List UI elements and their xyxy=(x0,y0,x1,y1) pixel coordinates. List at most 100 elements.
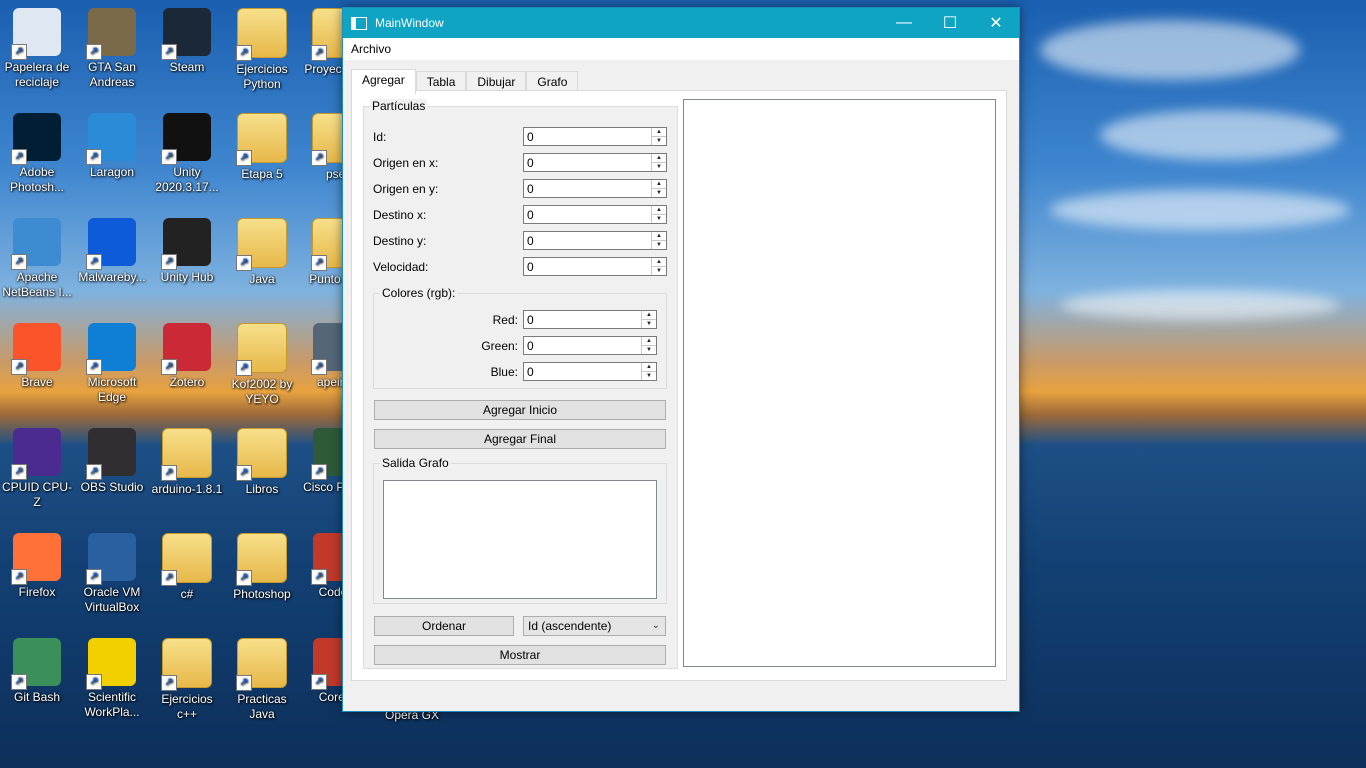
desktop-icon[interactable]: ↗ Papelera de reciclaje xyxy=(0,8,74,90)
desktop-icon-label: OBS Studio xyxy=(80,480,144,494)
spin-up-icon[interactable]: ▲ xyxy=(652,206,666,215)
mostrar-button[interactable]: Mostrar xyxy=(374,645,666,665)
desktop-icon[interactable]: ↗ Photoshop xyxy=(225,533,299,602)
desktop-icon[interactable]: ↗ OBS Studio xyxy=(75,428,149,495)
desktop-icon[interactable]: ↗ arduino-1.8.1 xyxy=(150,428,224,497)
agregar-final-button[interactable]: Agregar Final xyxy=(374,429,666,449)
spin-down-icon[interactable]: ▼ xyxy=(652,215,666,223)
window-icon xyxy=(351,16,367,30)
color-spinbox[interactable]: 0 ▲ ▼ xyxy=(523,336,657,355)
spinbox-buttons: ▲ ▼ xyxy=(651,154,666,171)
desktop-icon[interactable]: ↗ Firefox xyxy=(0,533,74,600)
spinbox-buttons: ▲ ▼ xyxy=(651,180,666,197)
spin-down-icon[interactable]: ▼ xyxy=(652,267,666,275)
ordenar-button[interactable]: Ordenar xyxy=(374,616,514,636)
desktop-icon[interactable]: ↗ Steam xyxy=(150,8,224,75)
desktop-icon[interactable]: ↗ GTA San Andreas xyxy=(75,8,149,90)
spin-up-icon[interactable]: ▲ xyxy=(652,128,666,137)
desktop-icon[interactable]: ↗ Java xyxy=(225,218,299,287)
app-icon: ↗ xyxy=(86,113,136,165)
spinbox[interactable]: 0 ▲ ▼ xyxy=(523,205,667,224)
menu-archivo[interactable]: Archivo xyxy=(350,40,392,58)
desktop-icon-label: Brave xyxy=(21,375,53,389)
app-icon: ↗ xyxy=(11,428,61,480)
desktop-icon[interactable]: ↗ Adobe Photosh... xyxy=(0,113,74,195)
spin-down-icon[interactable]: ▼ xyxy=(642,346,656,354)
desktop-icon[interactable]: ↗ Microsoft Edge xyxy=(75,323,149,405)
app-icon: ↗ xyxy=(86,533,136,585)
tab-pane-agregar: Partículas Id: 0 ▲ ▼ Origen en x: 0 ▲ ▼ Origen e… xyxy=(351,90,1007,681)
sort-combobox[interactable]: Id (ascendente) ⌄ xyxy=(523,616,666,636)
spin-up-icon[interactable]: ▲ xyxy=(652,154,666,163)
folder-icon: ↗ xyxy=(236,8,287,61)
salida-grafo-group: Salida Grafo xyxy=(373,456,667,604)
desktop-icon[interactable]: ↗ CPUID CPU-Z xyxy=(0,428,74,510)
spinbox-buttons: ▲ ▼ xyxy=(651,206,666,223)
desktop-icon[interactable]: ↗ Laragon xyxy=(75,113,149,180)
title-bar[interactable]: MainWindow — ☐ ✕ xyxy=(343,8,1019,38)
desktop-icon-label: Steam xyxy=(169,60,205,74)
color-spinbox[interactable]: 0 ▲ ▼ xyxy=(523,362,657,381)
spin-down-icon[interactable]: ▼ xyxy=(642,372,656,380)
desktop-icon-label: Malwareby... xyxy=(78,270,146,284)
spinbox[interactable]: 0 ▲ ▼ xyxy=(523,127,667,146)
spinbox-value: 0 xyxy=(527,339,534,353)
particulas-title: Partículas xyxy=(370,99,428,113)
spinbox-value: 0 xyxy=(527,260,534,274)
desktop-icon[interactable]: ↗ c# xyxy=(150,533,224,602)
spinbox[interactable]: 0 ▲ ▼ xyxy=(523,153,667,172)
color-spinbox[interactable]: 0 ▲ ▼ xyxy=(523,310,657,329)
desktop-icon[interactable]: ↗ Unity Hub xyxy=(150,218,224,285)
desktop-icon[interactable]: ↗ Ejercicios Python xyxy=(225,8,299,92)
app-icon: ↗ xyxy=(86,8,136,60)
desktop-icon-label: Kof2002 by YEYO xyxy=(231,377,293,406)
agregar-inicio-button[interactable]: Agregar Inicio xyxy=(374,400,666,420)
desktop-icon[interactable]: ↗ Git Bash xyxy=(0,638,74,705)
folder-icon: ↗ xyxy=(236,533,287,586)
app-icon: ↗ xyxy=(11,113,61,165)
desktop-icon-label: Adobe Photosh... xyxy=(9,165,65,194)
desktop-icon[interactable]: ↗ Scientific WorkPla... xyxy=(75,638,149,720)
tab-agregar[interactable]: Agregar xyxy=(351,69,416,94)
shortcut-arrow-icon: ↗ xyxy=(11,254,27,270)
desktop-icon[interactable]: ↗ Unity 2020.3.17... xyxy=(150,113,224,195)
app-icon: ↗ xyxy=(86,218,136,270)
spin-up-icon[interactable]: ▲ xyxy=(652,258,666,267)
spinbox[interactable]: 0 ▲ ▼ xyxy=(523,231,667,250)
spinbox[interactable]: 0 ▲ ▼ xyxy=(523,179,667,198)
spin-up-icon[interactable]: ▲ xyxy=(652,232,666,241)
desktop-icon[interactable]: ↗ Libros xyxy=(225,428,299,497)
shortcut-arrow-icon: ↗ xyxy=(236,255,252,271)
spin-down-icon[interactable]: ▼ xyxy=(642,320,656,328)
desktop-icon[interactable]: ↗ Apache NetBeans I... xyxy=(0,218,74,300)
spinbox-buttons: ▲ ▼ xyxy=(651,232,666,249)
spin-up-icon[interactable]: ▲ xyxy=(642,337,656,346)
spin-down-icon[interactable]: ▼ xyxy=(652,137,666,145)
spin-up-icon[interactable]: ▲ xyxy=(652,180,666,189)
desktop-icon[interactable]: ↗ Malwareby... xyxy=(75,218,149,285)
graphics-view[interactable] xyxy=(683,99,996,667)
spinbox[interactable]: 0 ▲ ▼ xyxy=(523,257,667,276)
minimize-button[interactable]: — xyxy=(881,8,927,38)
shortcut-arrow-icon: ↗ xyxy=(161,149,177,165)
app-icon: ↗ xyxy=(161,8,211,60)
desktop-icon[interactable]: ↗ Etapa 5 xyxy=(225,113,299,182)
shortcut-arrow-icon: ↗ xyxy=(161,465,177,481)
desktop-icon[interactable]: ↗ Oracle VM VirtualBox xyxy=(75,533,149,615)
chevron-down-icon: ⌄ xyxy=(651,620,660,631)
desktop-icon[interactable]: ↗ Practicas Java xyxy=(225,638,299,722)
salida-grafo-textarea[interactable] xyxy=(383,480,657,599)
spin-down-icon[interactable]: ▼ xyxy=(652,189,666,197)
desktop-icon[interactable]: ↗ Kof2002 by YEYO xyxy=(225,323,299,407)
spin-down-icon[interactable]: ▼ xyxy=(652,163,666,171)
desktop-icon[interactable]: ↗ Zotero xyxy=(150,323,224,390)
close-button[interactable]: ✕ xyxy=(973,8,1019,38)
app-icon: ↗ xyxy=(86,638,136,690)
spin-up-icon[interactable]: ▲ xyxy=(642,311,656,320)
spin-up-icon[interactable]: ▲ xyxy=(642,363,656,372)
desktop-icon[interactable]: ↗ Ejercicios c++ xyxy=(150,638,224,722)
desktop-icon[interactable]: ↗ Brave xyxy=(0,323,74,390)
tab-bar: Agregar Tabla Dibujar Grafo xyxy=(351,69,579,94)
maximize-button[interactable]: ☐ xyxy=(927,8,973,38)
spin-down-icon[interactable]: ▼ xyxy=(652,241,666,249)
